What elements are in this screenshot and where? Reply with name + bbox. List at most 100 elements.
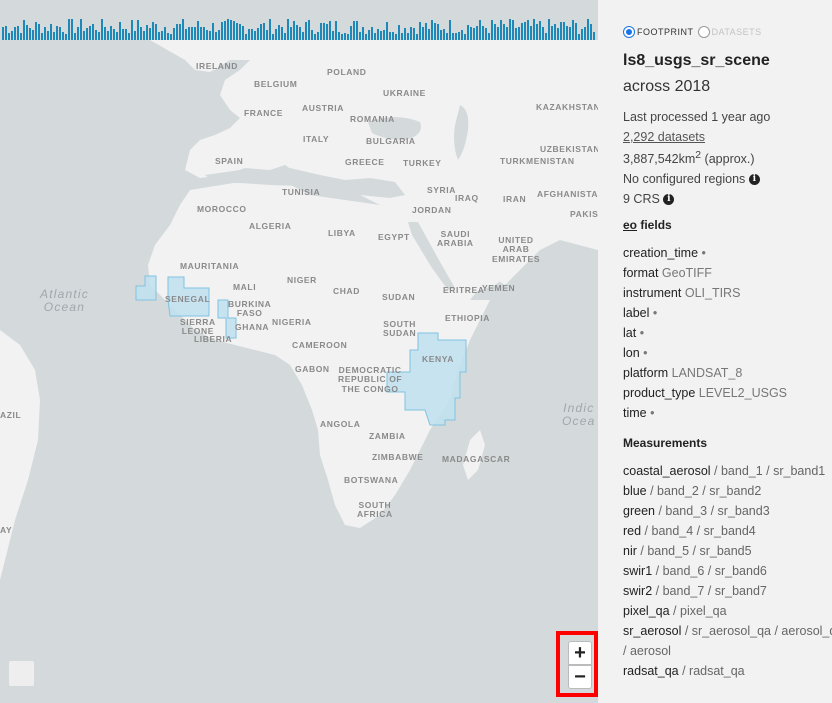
timeline-bar bbox=[2, 27, 4, 40]
timeline-bar bbox=[314, 34, 316, 40]
timeline-bar bbox=[413, 28, 415, 40]
timeline-histogram[interactable] bbox=[0, 18, 598, 40]
measurement-name: blue bbox=[623, 484, 647, 499]
timeline-bar bbox=[347, 34, 349, 40]
country-label: BELGIUM bbox=[254, 79, 298, 89]
time-range: across 2018 bbox=[623, 78, 711, 95]
timeline-bar bbox=[383, 30, 385, 40]
timeline-bar bbox=[311, 30, 313, 40]
country-label: NIGER bbox=[287, 275, 317, 285]
timeline-bar bbox=[146, 25, 148, 40]
timeline-bar bbox=[317, 32, 319, 40]
timeline-bar bbox=[125, 29, 127, 40]
country-label: MADAGASCAR bbox=[442, 454, 511, 464]
country-label: MAURITANIA bbox=[180, 261, 240, 271]
field-value: • bbox=[701, 246, 706, 261]
timeline-bar bbox=[422, 27, 424, 40]
radio-datasets[interactable] bbox=[697, 26, 710, 38]
country-label: ANGOLA bbox=[320, 419, 361, 429]
timeline-bar bbox=[404, 28, 406, 40]
basemap bbox=[0, 0, 598, 703]
field-name: instrument bbox=[623, 286, 682, 301]
timeline-bar bbox=[164, 27, 166, 40]
field-name: lon bbox=[623, 346, 640, 361]
timeline-bar bbox=[566, 26, 568, 40]
timeline-bar bbox=[500, 20, 502, 40]
fields-title-suffix: fields bbox=[637, 218, 672, 233]
timeline-bar bbox=[95, 30, 97, 40]
country-label: IRELAND bbox=[196, 61, 238, 71]
radio-datasets-label[interactable]: DATASETS bbox=[712, 27, 762, 37]
country-label: PAKIS bbox=[570, 209, 598, 219]
country-label: UNITED ARAB EMIRATES bbox=[492, 235, 541, 264]
timeline-bar bbox=[392, 32, 394, 40]
timeline-bar bbox=[581, 29, 583, 40]
timeline-bar bbox=[524, 22, 526, 40]
timeline-bar bbox=[518, 27, 520, 40]
info-icon[interactable]: i bbox=[748, 174, 760, 186]
timeline-bar bbox=[251, 29, 253, 40]
timeline-bar bbox=[230, 20, 232, 40]
country-label: ERITREA bbox=[443, 285, 485, 295]
measurement-name: nir bbox=[623, 544, 637, 559]
timeline-bar bbox=[254, 31, 256, 40]
timeline-bar bbox=[455, 33, 457, 40]
timeline-bar bbox=[296, 25, 298, 40]
zoom-out-button[interactable]: − bbox=[568, 665, 592, 689]
measurement-aliases: / band_6 / sr_band6 bbox=[652, 564, 767, 579]
fields-title-prefix[interactable]: eo bbox=[623, 218, 637, 232]
timeline-bar bbox=[584, 27, 586, 40]
country-label: POLAND bbox=[327, 67, 367, 77]
radio-footprint[interactable] bbox=[623, 26, 635, 38]
timeline-bar bbox=[269, 19, 271, 40]
timeline-bar bbox=[482, 26, 484, 40]
timeline-bar bbox=[530, 26, 532, 40]
timeline-bar bbox=[212, 23, 214, 40]
measurement-name: swir2 bbox=[623, 584, 653, 599]
timeline-bar bbox=[179, 24, 181, 40]
product-sidebar: FOOTPRINT DATASETS ls8_usgs_sr_scene acr… bbox=[598, 0, 832, 703]
measurement-aliases: / band_2 / sr_band2 bbox=[646, 484, 762, 499]
timeline-bar bbox=[35, 22, 37, 40]
zoom-in-button[interactable]: + bbox=[568, 641, 592, 665]
timeline-bar bbox=[461, 30, 463, 40]
timeline-bar bbox=[272, 34, 274, 40]
timeline-bar bbox=[281, 27, 283, 40]
country-label: GHANA bbox=[235, 322, 270, 332]
timeline-bar bbox=[86, 28, 88, 40]
crs-line: 9 CRS i bbox=[623, 192, 832, 206]
timeline-bar bbox=[227, 19, 229, 40]
timeline-bar bbox=[332, 31, 334, 40]
field-row: lon • bbox=[623, 346, 832, 360]
timeline-bar bbox=[209, 31, 211, 40]
dataset-count-link[interactable]: 2,292 datasets bbox=[623, 130, 705, 144]
measurement-aliases: / band_5 / sr_band5 bbox=[636, 544, 752, 559]
map-control-square[interactable] bbox=[9, 661, 34, 686]
country-label: CHAD bbox=[333, 286, 360, 296]
timeline-bar bbox=[299, 27, 301, 40]
field-row: product_type LEVEL2_USGS bbox=[623, 386, 832, 400]
country-label: LIBYA bbox=[328, 228, 356, 238]
country-label: LIBERIA bbox=[194, 334, 233, 344]
timeline-bar bbox=[476, 26, 478, 40]
timeline-bar bbox=[446, 33, 448, 40]
timeline-bar bbox=[323, 23, 325, 40]
measurements-title: Measurements bbox=[623, 436, 708, 451]
measurement-aliases: / radsat_qa bbox=[678, 664, 745, 679]
ocean-label: Indic Ocea bbox=[562, 401, 596, 429]
field-value: • bbox=[639, 326, 645, 341]
timeline-bar bbox=[587, 19, 589, 40]
country-label: BURKINA FASO bbox=[228, 299, 272, 319]
country-label: TURKEY bbox=[403, 158, 442, 168]
timeline-bar bbox=[578, 34, 580, 40]
footprint-map[interactable]: IRELAND POLAND BELGIUM UKRAINE FRANCE AUSTRIA… bbox=[0, 0, 598, 703]
field-name: platform bbox=[623, 366, 669, 381]
info-icon[interactable]: i bbox=[663, 194, 675, 206]
timeline-bar bbox=[221, 22, 223, 40]
timeline-bar bbox=[110, 26, 112, 40]
timeline-bar bbox=[224, 21, 226, 40]
timeline-bar bbox=[188, 27, 190, 40]
timeline-bar bbox=[509, 19, 511, 40]
radio-footprint-label[interactable]: FOOTPRINT bbox=[637, 27, 694, 37]
timeline-bar bbox=[368, 30, 370, 40]
